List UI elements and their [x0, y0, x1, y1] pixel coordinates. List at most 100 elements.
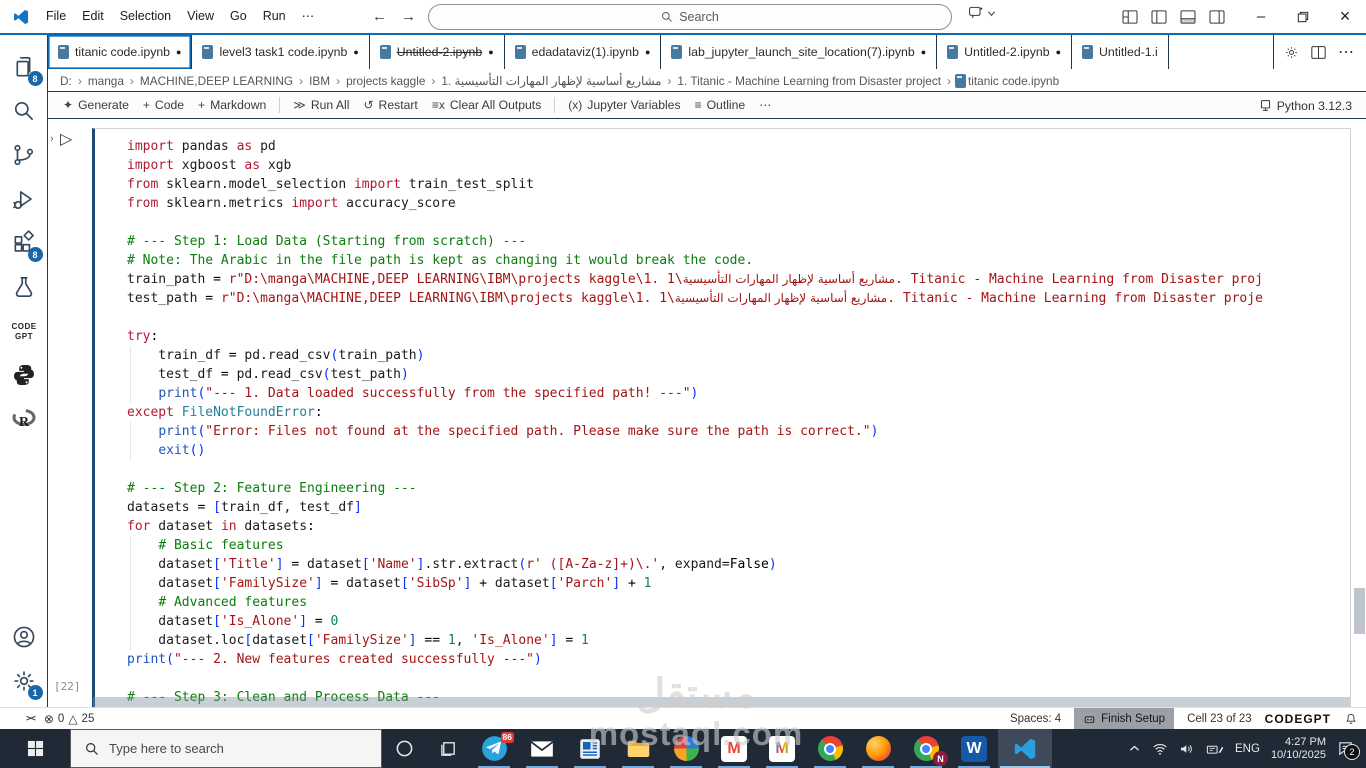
cell-collapse-icon[interactable]: ›: [50, 133, 54, 145]
restore-button[interactable]: [1282, 0, 1324, 33]
photos-app[interactable]: [662, 729, 710, 768]
toolbar-outline[interactable]: ≡ Outline: [688, 94, 753, 116]
more-actions-icon[interactable]: ⋯: [1338, 42, 1354, 62]
code-line[interactable]: # --- Step 1: Load Data (Starting from s…: [127, 232, 1350, 251]
menu-edit[interactable]: Edit: [74, 0, 112, 33]
telegram-app[interactable]: 86: [470, 729, 518, 768]
activity-search[interactable]: [2, 89, 46, 133]
code-line[interactable]: # Advanced features: [127, 593, 1350, 612]
code-line[interactable]: try:: [127, 327, 1350, 346]
breadcrumb-item[interactable]: D:: [58, 74, 74, 88]
activity-run-debug[interactable]: [2, 177, 46, 221]
toolbar-generate[interactable]: ✦ Generate: [56, 94, 136, 116]
code-line[interactable]: train_path = r"D:\manga\MACHINE,DEEP LEA…: [127, 270, 1350, 289]
close-button[interactable]: ×: [1324, 0, 1366, 33]
code-cell[interactable]: import pandas as pd import xgboost as xgb…: [92, 128, 1351, 707]
breadcrumb-item[interactable]: IBM: [307, 74, 332, 88]
code-line[interactable]: import pandas as pd: [127, 137, 1350, 156]
minimize-button[interactable]: –: [1240, 0, 1282, 33]
activity-python[interactable]: [2, 353, 46, 397]
customize-layout-icon[interactable]: [1122, 9, 1138, 24]
code-line[interactable]: test_df = pd.read_csv(test_path): [127, 365, 1350, 384]
wifi-icon[interactable]: [1152, 742, 1168, 756]
remote-indicator-icon[interactable]: ><: [26, 714, 36, 724]
menu-file[interactable]: File: [38, 0, 74, 33]
toolbar-code[interactable]: + Code: [136, 94, 191, 116]
code-line[interactable]: dataset.loc[dataset['FamilySize'] == 1, …: [127, 631, 1350, 650]
action-center-button[interactable]: 2: [1337, 740, 1360, 760]
toolbar-markdown[interactable]: + Markdown: [191, 94, 273, 116]
gmail-alt-app[interactable]: M: [758, 729, 806, 768]
language-indicator[interactable]: ENG: [1235, 743, 1260, 755]
chrome-app[interactable]: [806, 729, 854, 768]
news-app[interactable]: [566, 729, 614, 768]
code-line[interactable]: [127, 460, 1350, 479]
code-line[interactable]: test_path = r"D:\manga\MACHINE,DEEP LEAR…: [127, 289, 1350, 308]
volume-icon[interactable]: [1179, 742, 1195, 756]
toggle-panel-icon[interactable]: [1180, 9, 1196, 24]
toggle-sidebar-icon[interactable]: [1151, 9, 1167, 24]
gmail-app[interactable]: M: [710, 729, 758, 768]
activity-r[interactable]: R: [2, 397, 46, 441]
code-line[interactable]: import xgboost as xgb: [127, 156, 1350, 175]
run-cell-icon[interactable]: ▷: [60, 129, 72, 149]
command-search-box[interactable]: Search: [428, 4, 952, 30]
breadcrumb-item[interactable]: 1. Titanic - Machine Learning from Disas…: [675, 74, 943, 88]
code-line[interactable]: for dataset in datasets:: [127, 517, 1350, 536]
word-app[interactable]: W: [950, 729, 998, 768]
problems-indicator[interactable]: ⊗ 0 △ 25: [44, 712, 95, 726]
code-line[interactable]: [127, 213, 1350, 232]
breadcrumb-item[interactable]: manga: [86, 74, 126, 88]
tab-untitled-1-i[interactable]: Untitled-1.i: [1072, 35, 1169, 69]
code-line[interactable]: [127, 669, 1350, 688]
horizontal-scrollbar[interactable]: [93, 697, 1350, 707]
activity-account[interactable]: [2, 615, 46, 659]
file-explorer-app[interactable]: [614, 729, 662, 768]
menu-[interactable]: ⋯: [294, 0, 323, 33]
toolbar-clear-all-outputs[interactable]: ≡x Clear All Outputs: [425, 94, 548, 116]
back-icon[interactable]: ←: [372, 8, 387, 25]
tab-edadataviz-1-ipynb[interactable]: edadataviz(1).ipynb ●: [504, 35, 662, 69]
tab-titanic-code-ipynb[interactable]: titanic code.ipynb ●: [48, 35, 193, 69]
kernel-picker[interactable]: Python 3.12.3: [1259, 92, 1352, 119]
activity-explorer[interactable]: 8: [2, 45, 46, 89]
indentation-status[interactable]: Spaces: 4: [1010, 713, 1061, 725]
breadcrumb-item[interactable]: 1. مشاريع أساسية لإظهار المهارات التأسيس…: [439, 74, 663, 88]
breadcrumb-item[interactable]: projects kaggle: [344, 74, 427, 88]
start-button[interactable]: [0, 729, 70, 768]
task-view-button[interactable]: [426, 729, 470, 768]
menu-go[interactable]: Go: [222, 0, 255, 33]
breadcrumb-item[interactable]: MACHINE,DEEP LEARNING: [138, 74, 295, 88]
notebook-editor[interactable]: › ▷ [22] import pandas as pd import xgboo…: [48, 119, 1366, 707]
code-line[interactable]: dataset['Is_Alone'] = 0: [127, 612, 1350, 631]
code-line[interactable]: except FileNotFoundError:: [127, 403, 1350, 422]
forward-icon[interactable]: →: [401, 8, 416, 25]
touch-keyboard-icon[interactable]: [1206, 742, 1224, 756]
toolbar-run-all[interactable]: ≫ Run All: [286, 94, 356, 116]
chrome-profile-app[interactable]: N: [902, 729, 950, 768]
finish-setup-button[interactable]: Finish Setup: [1074, 708, 1175, 730]
code-line[interactable]: dataset['Title'] = dataset['Name'].str.e…: [127, 555, 1350, 574]
vertical-scrollbar[interactable]: [1354, 588, 1365, 634]
tray-chevron-icon[interactable]: [1128, 742, 1141, 755]
code-line[interactable]: print("--- 1. Data loaded successfully f…: [127, 384, 1350, 403]
code-line[interactable]: # --- Step 2: Feature Engineering ---: [127, 479, 1350, 498]
code-line[interactable]: [127, 308, 1350, 327]
cell-position-status[interactable]: Cell 23 of 23: [1187, 713, 1252, 725]
tab-untitled-2-ipynb[interactable]: Untitled-2.ipynb ●: [369, 35, 505, 69]
code-line[interactable]: datasets = [train_df, test_df]: [127, 498, 1350, 517]
code-line[interactable]: from sklearn.metrics import accuracy_sco…: [127, 194, 1350, 213]
tab-lab-jupyter-launch-site-location-7-ipynb[interactable]: lab_jupyter_launch_site_location(7).ipyn…: [661, 35, 938, 69]
notifications-bell-icon[interactable]: [1344, 712, 1358, 726]
code-line[interactable]: exit(): [127, 441, 1350, 460]
tab-untitled-2-ipynb[interactable]: Untitled-2.ipynb ●: [937, 35, 1073, 69]
vscode-app[interactable]: [998, 729, 1052, 768]
codegpt-status[interactable]: CODEGPT: [1265, 712, 1331, 726]
taskbar-search-box[interactable]: Type here to search: [70, 729, 382, 768]
activity-settings[interactable]: 1: [2, 659, 46, 703]
mail-app[interactable]: [518, 729, 566, 768]
activity-extensions[interactable]: 8: [2, 221, 46, 265]
firefox-app[interactable]: [854, 729, 902, 768]
toolbar-more-button[interactable]: ⋯: [752, 94, 778, 116]
clock[interactable]: 4:27 PM 10/10/2025: [1271, 736, 1326, 762]
